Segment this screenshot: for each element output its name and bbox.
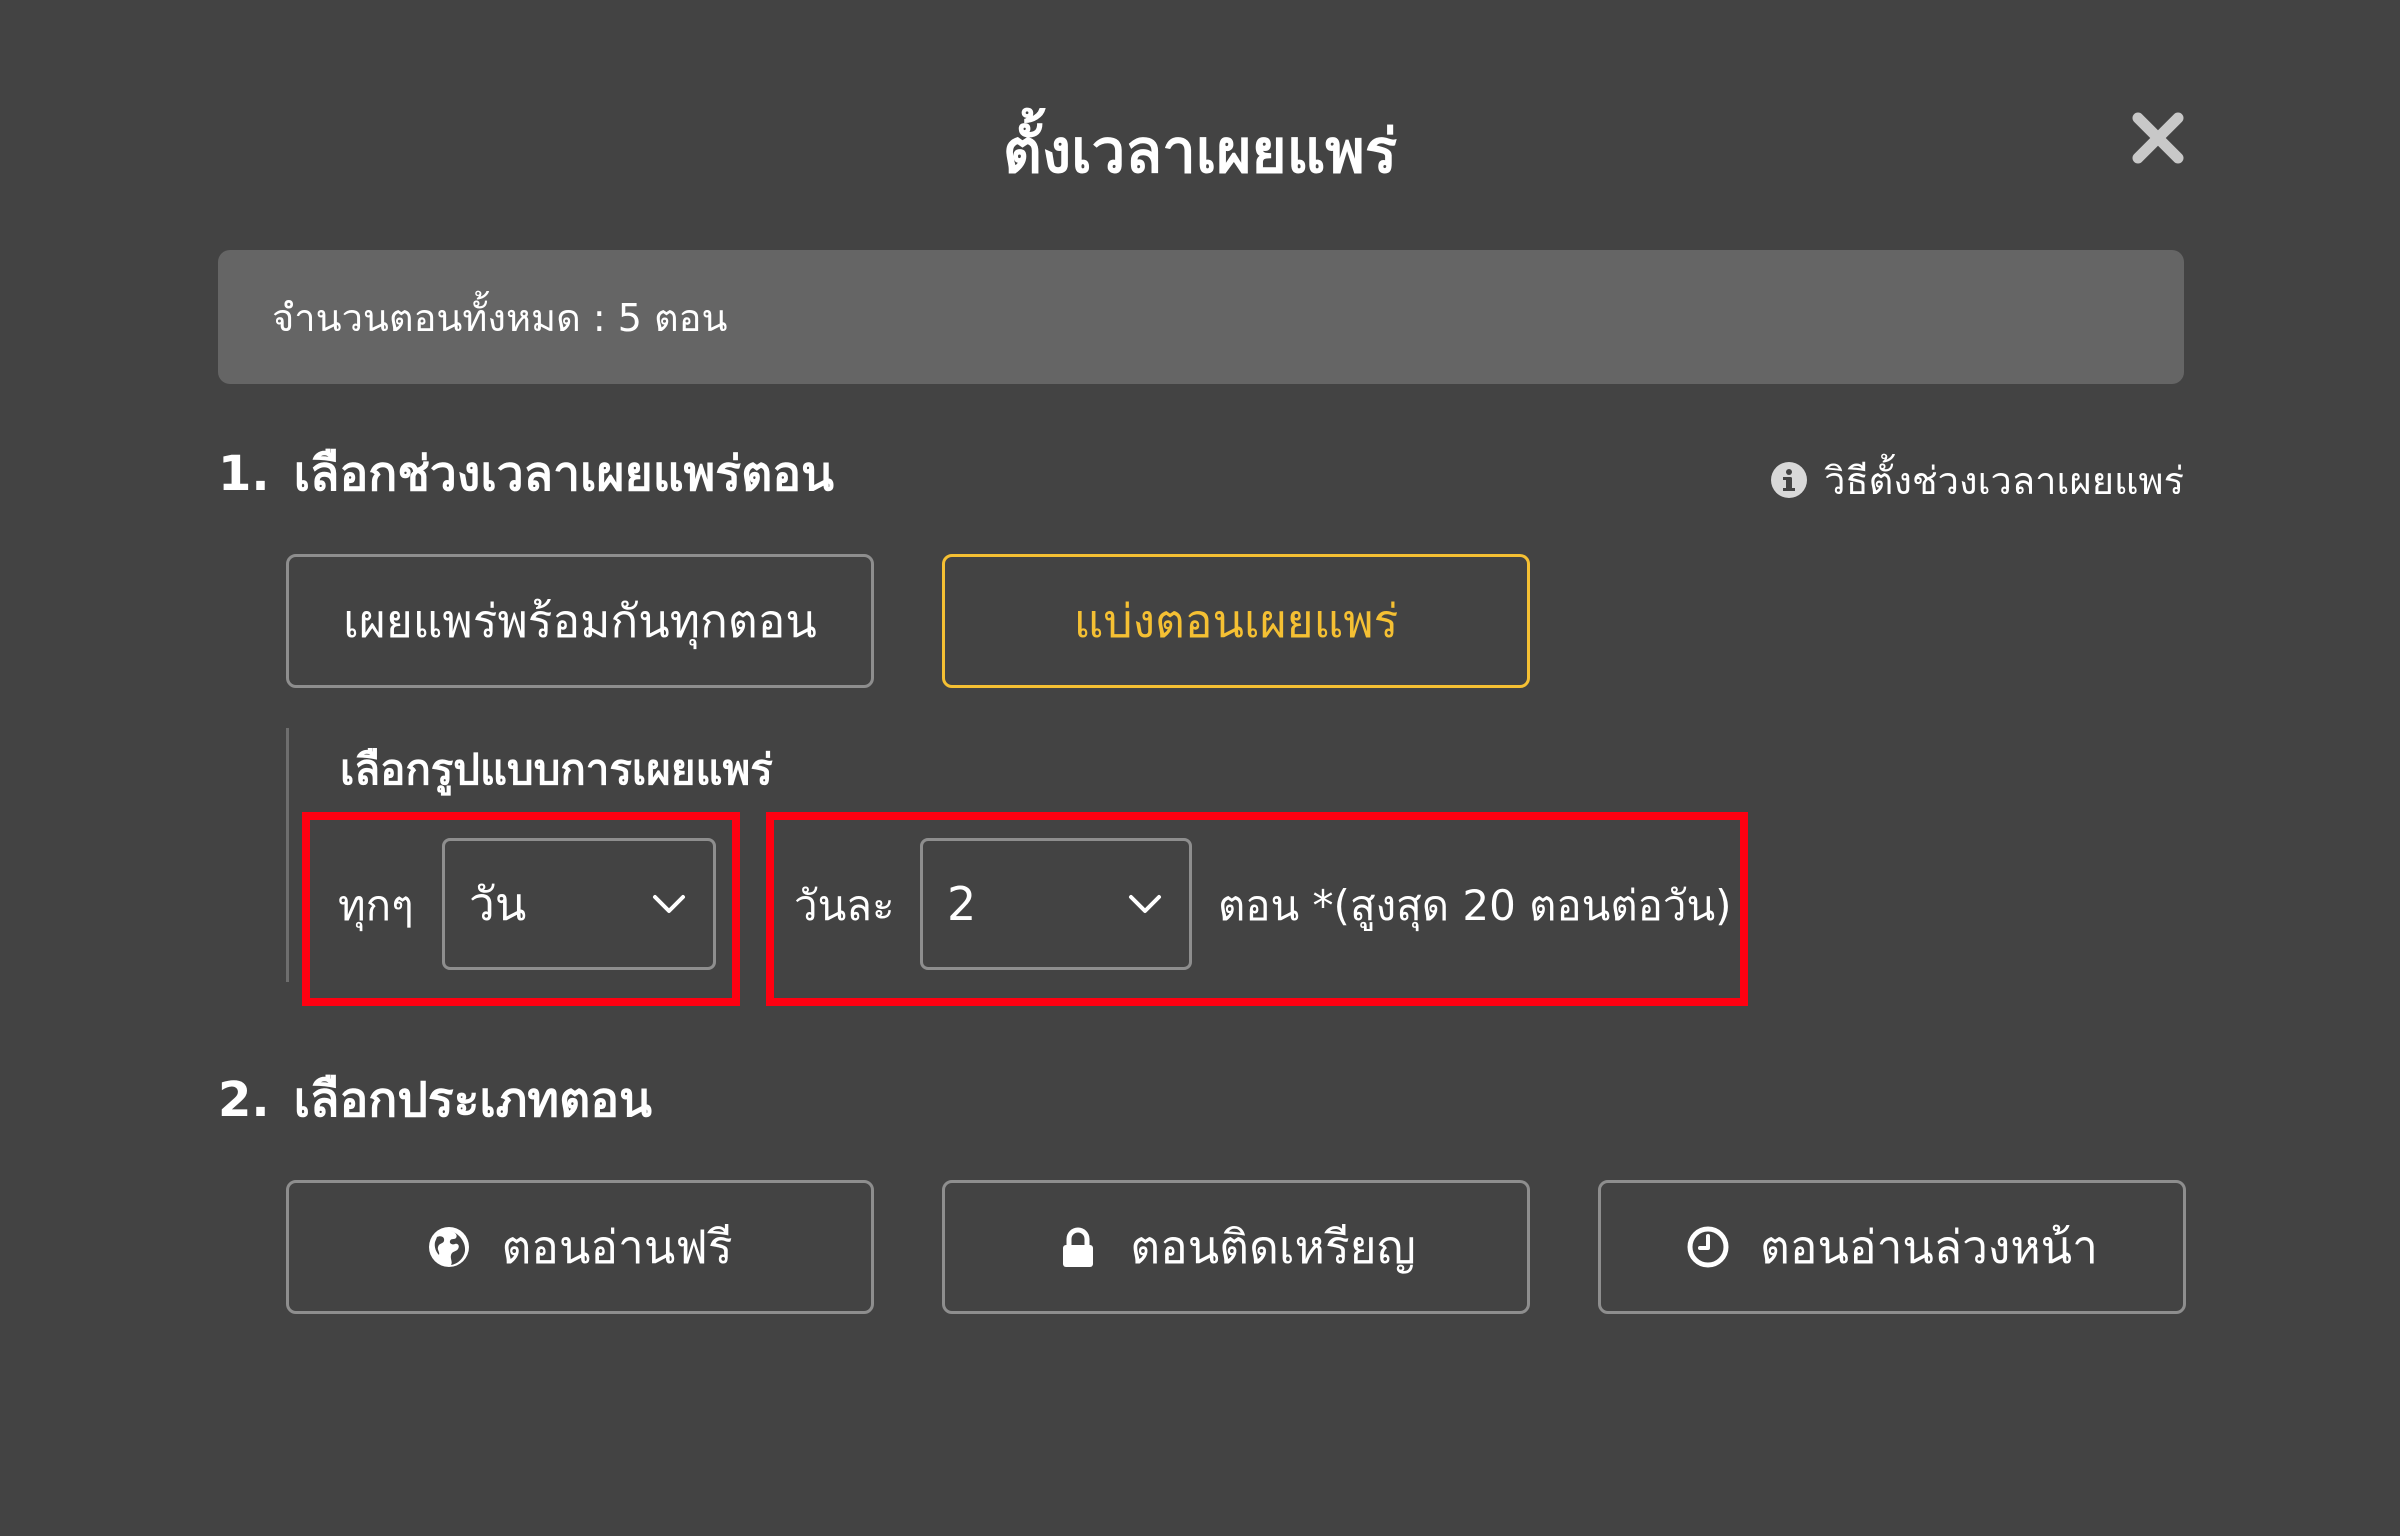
period-select-value: วัน (469, 876, 527, 931)
info-icon (1771, 462, 1808, 498)
section-1-number: 1. (218, 446, 270, 502)
section-2-label: เลือกประเภทตอน (293, 1072, 652, 1128)
publish-schedule-dialog: ตั้งเวลาเผยแพร่ จำนวนตอนทั้งหมด : 5 ตอน … (0, 0, 2400, 1536)
split-publish-label: แบ่งตอนเผยแพร่ (1073, 593, 1399, 648)
per-day-label: วันละ (794, 881, 895, 930)
period-select[interactable]: วัน (442, 838, 716, 970)
publish-all-at-once-button[interactable]: เผยแพร่พร้อมกันทุกตอน (286, 554, 874, 688)
section-2-title: 2. เลือกประเภทตอน (218, 1068, 652, 1132)
dialog-title: ตั้งเวลาเผยแพร่ (1002, 117, 1398, 187)
early-access-episode-button[interactable]: ตอนอ่านล่วงหน้า (1598, 1180, 2186, 1314)
early-access-episode-label: ตอนอ่านล่วงหน้า (1760, 1219, 2098, 1274)
close-button[interactable] (2126, 106, 2190, 170)
free-episode-button[interactable]: ตอนอ่านฟรี (286, 1180, 874, 1314)
lock-icon (1063, 1227, 1094, 1267)
coin-episode-button[interactable]: ตอนติดเหรียญ (942, 1180, 1530, 1314)
episode-count-select-value: 2 (947, 877, 977, 931)
chevron-down-icon (653, 895, 685, 913)
help-link-label: วิธีตั้งช่วงเวลาเผยแพร่ (1824, 458, 2184, 503)
clock-icon (1687, 1226, 1729, 1268)
globe-icon (429, 1227, 470, 1267)
publish-pattern-heading: เลือกรูปแบบการเผยแพร่ (340, 745, 773, 794)
split-publish-button[interactable]: แบ่งตอนเผยแพร่ (942, 554, 1530, 688)
section-1-title: 1. เลือกช่วงเวลาเผยแพร่ตอน (218, 442, 834, 506)
section-1-label: เลือกช่วงเวลาเผยแพร่ตอน (293, 446, 834, 502)
episode-count-bar: จำนวนตอนทั้งหมด : 5 ตอน (218, 250, 2184, 384)
chevron-down-icon (1129, 895, 1161, 913)
episode-count-text: จำนวนตอนทั้งหมด : 5 ตอน (272, 295, 728, 340)
every-label: ทุกๆ (338, 881, 414, 930)
publish-timing-help-link[interactable]: วิธีตั้งช่วงเวลาเผยแพร่ (1746, 448, 2184, 512)
coin-episode-label: ตอนติดเหรียญ (1130, 1219, 1416, 1274)
subsection-divider (286, 728, 289, 982)
free-episode-label: ตอนอ่านฟรี (501, 1219, 733, 1274)
max-episodes-note: ตอน *(สูงสุด 20 ตอนต่อวัน) (1218, 881, 1732, 930)
section-2-number: 2. (218, 1072, 270, 1128)
close-icon (2132, 112, 2184, 164)
publish-all-label: เผยแพร่พร้อมกันทุกตอน (343, 593, 817, 648)
episode-count-select[interactable]: 2 (920, 838, 1192, 970)
